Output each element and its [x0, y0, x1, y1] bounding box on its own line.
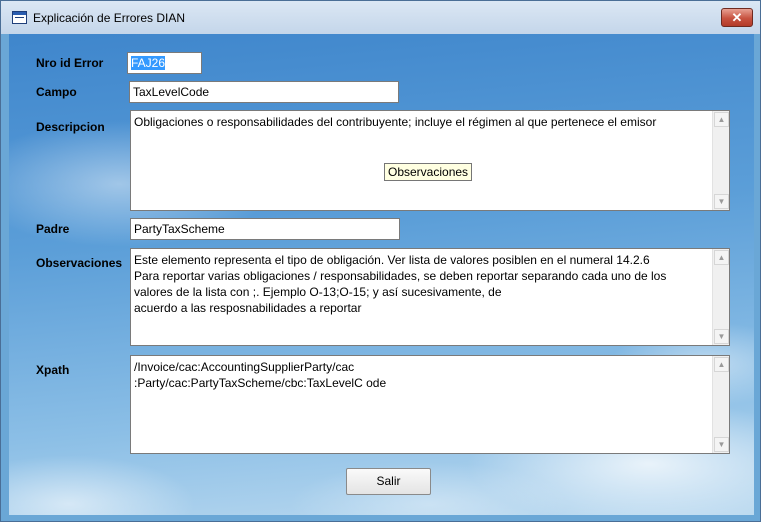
observaciones-line: valores de la lista con ;. Ejemplo O-13;… [134, 285, 502, 299]
observaciones-scrollbar[interactable]: ▲ ▼ [712, 249, 729, 345]
campo-label: Campo [36, 85, 77, 99]
scroll-down-arrow-icon[interactable]: ▼ [714, 437, 729, 452]
descripcion-scrollbar[interactable]: ▲ ▼ [712, 111, 729, 210]
nro-id-error-label: Nro id Error [36, 56, 104, 70]
xpath-label: Xpath [36, 363, 70, 377]
nro-id-error-value: FAJ26 [131, 56, 166, 70]
dialog-window: Explicación de Errores DIAN ✕ Nro id Err… [0, 0, 761, 522]
scroll-down-arrow-icon[interactable]: ▼ [714, 329, 729, 344]
observaciones-tooltip: Observaciones [384, 163, 473, 181]
close-button[interactable]: ✕ [721, 8, 753, 27]
observaciones-label: Observaciones [36, 256, 123, 270]
scroll-up-arrow-icon[interactable]: ▲ [714, 250, 729, 265]
xpath-line: /Invoice/cac:AccountingSupplierParty/cac [134, 360, 355, 374]
observaciones-line: Este elemento representa el tipo de obli… [134, 253, 650, 267]
salir-button[interactable]: Salir [346, 468, 431, 495]
descripcion-line: Obligaciones o responsabilidades del con… [134, 115, 657, 129]
xpath-scrollbar[interactable]: ▲ ▼ [712, 356, 729, 453]
table-icon [12, 11, 27, 24]
window-title: Explicación de Errores DIAN [33, 11, 186, 25]
descripcion-textarea[interactable]: Obligaciones o responsabilidades del con… [130, 110, 730, 211]
nro-id-error-field[interactable]: FAJ26 [127, 52, 202, 74]
observaciones-line: Para reportar varias obligaciones / resp… [134, 269, 667, 283]
xpath-textarea[interactable]: /Invoice/cac:AccountingSupplierParty/cac… [130, 355, 730, 454]
form-area: Nro id Error FAJ26 Campo TaxLevelCode De… [9, 34, 754, 515]
campo-field[interactable]: TaxLevelCode [129, 81, 399, 103]
padre-label: Padre [36, 222, 70, 236]
scroll-up-arrow-icon[interactable]: ▲ [714, 112, 729, 127]
scroll-up-arrow-icon[interactable]: ▲ [714, 357, 729, 372]
descripcion-label: Descripcion [36, 120, 105, 134]
scroll-down-arrow-icon[interactable]: ▼ [714, 194, 729, 209]
xpath-line: :Party/cac:PartyTaxScheme/cbc:TaxLevelC … [134, 376, 387, 390]
title-bar[interactable]: Explicación de Errores DIAN ✕ [1, 1, 760, 34]
observaciones-line: acuerdo a las resposnabilidades a report… [134, 301, 362, 315]
padre-field[interactable]: PartyTaxScheme [130, 218, 400, 240]
observaciones-textarea[interactable]: Este elemento representa el tipo de obli… [130, 248, 730, 346]
